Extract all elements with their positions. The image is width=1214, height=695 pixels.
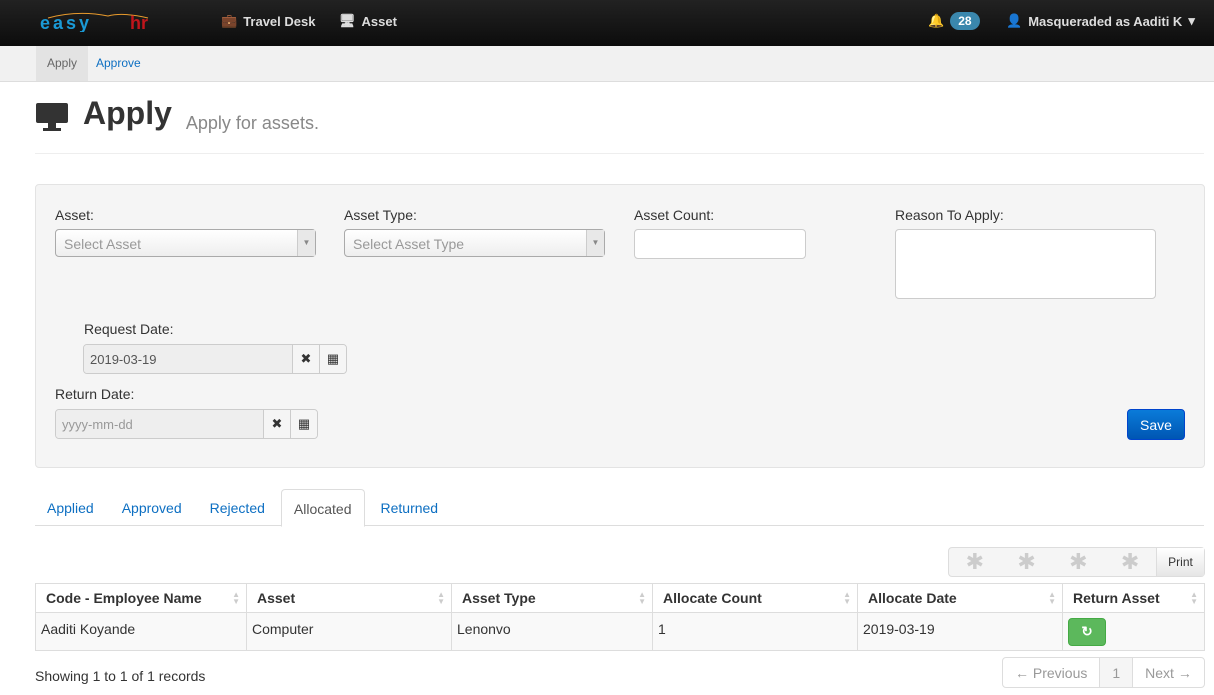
table-toolbar: ✱✱✱✱ Print [948,547,1205,577]
reason-textarea[interactable] [895,229,1156,299]
dropdown-arrow-icon: ▼ [297,230,315,256]
cell-asset-type: Lenonvo [452,613,653,651]
reason-label: Reason To Apply: [895,207,1004,223]
col-asset-type[interactable]: Asset Type ▲▼ [452,584,653,613]
header-label: Asset [257,590,295,606]
asset-type-placeholder: Select Asset Type [353,236,464,252]
asset-select[interactable]: Select Asset ▼ [55,229,316,257]
user-menu[interactable]: 👤 Masqueraded as Aaditi K ▾ [1006,13,1195,29]
calendar-icon[interactable]: ▦ [319,345,346,373]
nav-travel-desk[interactable]: 💼 Travel Desk [221,13,315,29]
header-label: Allocate Count [663,590,762,606]
sort-icon: ▲▼ [232,591,240,605]
asset-label: Asset: [55,207,94,223]
records-info: Showing 1 to 1 of 1 records [35,668,205,684]
sort-icon: ▲▼ [843,591,851,605]
page-1-button[interactable]: 1 [1099,658,1133,687]
sub-navbar: Apply Approve [0,46,1214,82]
return-asset-button[interactable]: ↻ [1068,618,1106,646]
nav-travel-label: Travel Desk [243,14,315,29]
nav-asset-label: Asset [362,14,397,29]
header-label: Asset Type [462,590,536,606]
sort-icon: ▲▼ [1190,591,1198,605]
page-subtitle: Apply for assets. [186,113,319,134]
print-button[interactable]: Print [1156,548,1204,576]
sort-icon: ▲▼ [638,591,646,605]
table-header-row: Code - Employee Name ▲▼ Asset ▲▼ Asset Typ… [36,584,1205,613]
subnav-apply[interactable]: Apply [36,46,88,81]
caret-down-icon: ▾ [1188,13,1195,29]
tab-rejected[interactable]: Rejected [198,489,277,525]
svg-text:hr: hr [130,13,148,32]
page-title: Apply [83,95,172,132]
subnav-approve[interactable]: Approve [85,46,152,81]
top-navbar: easy hr 💼 Travel Desk 🖥 Asset 🔔 28 👤 Masquera… [0,0,1214,46]
header-label: Allocate Date [868,590,957,606]
tab-returned[interactable]: Returned [369,489,451,525]
user-name: Masqueraded as Aaditi K [1028,14,1182,29]
puzzle-icon[interactable]: ✱ [1053,548,1105,576]
return-date-label: Return Date: [55,386,134,402]
page-header: Apply Apply for assets. [35,95,319,132]
asset-type-label: Asset Type: [344,207,417,223]
return-date-input[interactable]: yyyy-mm-dd [56,410,263,438]
notification-badge: 28 [950,12,979,30]
cell-employee: Aaditi Koyande [36,613,247,651]
puzzle-icon[interactable]: ✱ [1104,548,1156,576]
asset-select-placeholder: Select Asset [64,236,141,252]
svg-text:easy: easy [40,13,92,32]
cell-allocate-count: 1 [653,613,858,651]
sort-icon: ▲▼ [1048,591,1056,605]
notifications[interactable]: 🔔 28 [928,12,980,30]
col-asset[interactable]: Asset ▲▼ [247,584,452,613]
puzzle-icon[interactable]: ✱ [1001,548,1053,576]
asset-count-label: Asset Count: [634,207,714,223]
divider [35,153,1204,154]
nav-asset[interactable]: 🖥 Asset [339,13,397,29]
undo-icon: ↻ [1081,624,1092,639]
asset-type-select[interactable]: Select Asset Type ▼ [344,229,605,257]
asset-count-input[interactable] [634,229,806,259]
dropdown-arrow-icon: ▼ [586,230,604,256]
easyhr-logo[interactable]: easy hr [38,10,188,32]
pagination: ← Previous 1 Next → [1002,657,1205,688]
monitor-icon: 🖥 [339,13,356,29]
cell-asset: Computer [247,613,452,651]
cell-allocate-date: 2019-03-19 [858,613,1063,651]
return-date-picker: yyyy-mm-dd✖▦ [55,409,318,439]
calendar-icon[interactable]: ▦ [290,410,317,438]
bell-icon: 🔔 [928,13,944,29]
previous-button[interactable]: ← Previous [1003,658,1099,687]
user-icon: 👤 [1006,13,1022,29]
sort-icon: ▲▼ [437,591,445,605]
col-allocate-date[interactable]: Allocate Date ▲▼ [858,584,1063,613]
desktop-icon [35,102,69,132]
tab-approved[interactable]: Approved [110,489,194,525]
request-date-picker: 2019-03-19✖▦ [83,344,347,374]
col-return-asset[interactable]: Return Asset ▲▼ [1063,584,1205,613]
status-tabs: Applied Approved Rejected Allocated Retu… [35,489,1204,526]
clear-icon[interactable]: ✖ [263,410,290,438]
puzzle-icon[interactable]: ✱ [949,548,1001,576]
col-employee[interactable]: Code - Employee Name ▲▼ [36,584,247,613]
allocated-table: Code - Employee Name ▲▼ Asset ▲▼ Asset Typ… [35,583,1205,651]
request-date-label: Request Date: [84,321,174,337]
header-label: Code - Employee Name [46,590,202,606]
col-allocate-count[interactable]: Allocate Count ▲▼ [653,584,858,613]
next-button[interactable]: Next → [1133,658,1204,687]
cell-return: ↻ [1063,613,1205,651]
header-label: Return Asset [1073,590,1160,606]
briefcase-icon: 💼 [221,13,237,29]
save-button[interactable]: Save [1127,409,1185,440]
clear-icon[interactable]: ✖ [292,345,319,373]
table-row: Aaditi Koyande Computer Lenonvo 1 2019-0… [36,613,1205,651]
tab-applied[interactable]: Applied [35,489,106,525]
tab-allocated[interactable]: Allocated [281,489,365,527]
request-date-input[interactable]: 2019-03-19 [84,345,292,373]
apply-form: Asset: Select Asset ▼ Asset Type: Select … [35,184,1205,468]
